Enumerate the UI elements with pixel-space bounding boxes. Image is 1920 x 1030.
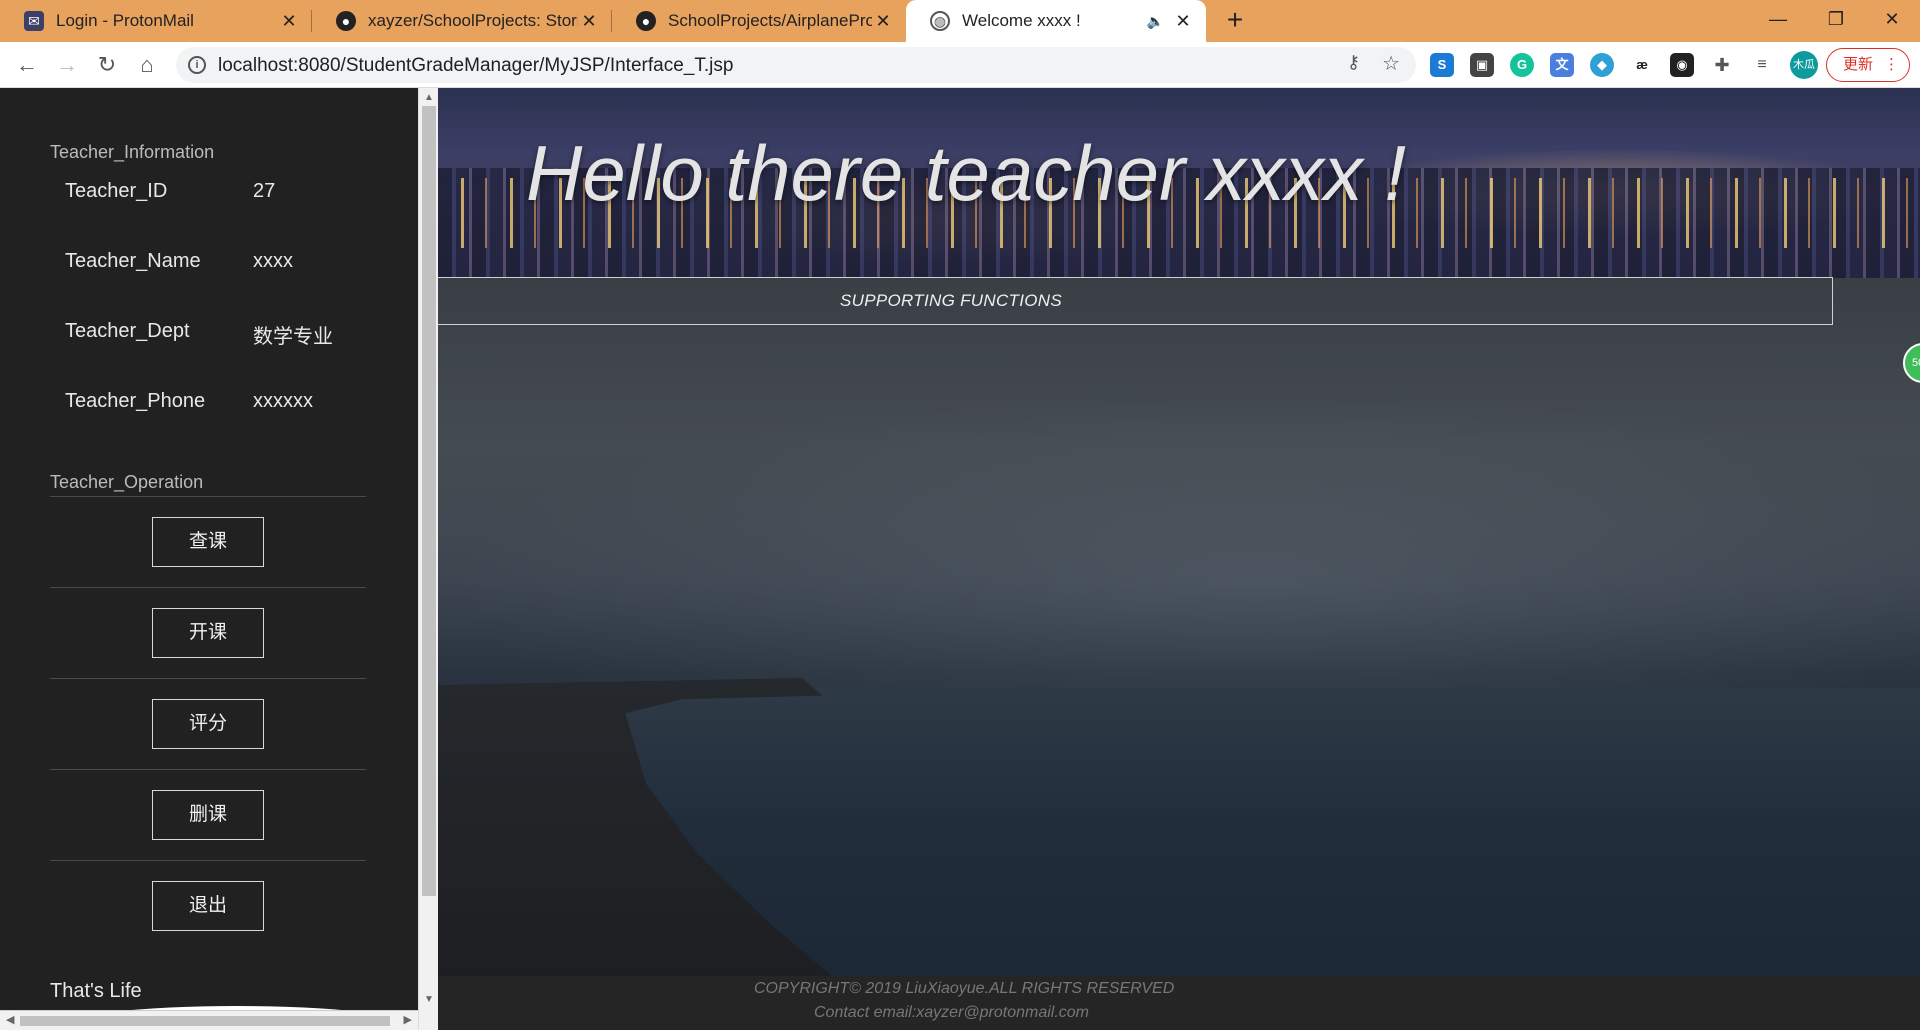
tab-github-airplane[interactable]: ● SchoolProjects/AirplaneProjec ✕ [612, 0, 906, 42]
divider [50, 496, 366, 497]
extension-shield-icon[interactable]: ◆ [1590, 53, 1614, 77]
tab-title: Login - ProtonMail [56, 11, 194, 30]
teacher-phone-value: xxxxxx [253, 390, 313, 412]
reading-list-icon[interactable]: ≡ [1750, 53, 1774, 77]
supporting-functions-label: SUPPORTING FUNCTIONS [840, 291, 1062, 310]
extension-incognito-icon[interactable]: ◉ [1670, 53, 1694, 77]
floating-badge[interactable]: 50 [1903, 343, 1920, 383]
scroll-down-icon[interactable]: ▼ [424, 994, 434, 1005]
extensions-puzzle-icon[interactable]: ✚ [1710, 53, 1734, 77]
address-bar[interactable]: i localhost:8080/StudentGradeManager/MyJ… [176, 47, 1416, 83]
teacher-name-value: xxxx [253, 250, 293, 272]
divider [50, 587, 366, 588]
teacher-name-label: Teacher_Name [65, 250, 201, 272]
logout-button[interactable]: 退出 [152, 881, 264, 931]
teacher-operation-title: Teacher_Operation [50, 472, 204, 492]
update-button[interactable]: 更新 ⋮ [1826, 48, 1910, 82]
contact-email-text: Contact email:xayzer@protonmail.com [814, 1004, 1090, 1021]
close-icon[interactable]: ✕ [278, 11, 300, 32]
grammarly-icon[interactable]: G [1510, 53, 1534, 77]
close-icon[interactable]: ✕ [872, 11, 894, 32]
scroll-right-icon[interactable]: ▶ [404, 1013, 412, 1026]
vertical-scrollbar[interactable]: ▲ ▼ [418, 88, 438, 1030]
extension-s-icon[interactable]: S [1430, 53, 1454, 77]
menu-dots-icon[interactable]: ⋮ [1884, 49, 1899, 81]
new-tab-button[interactable]: + [1220, 6, 1250, 36]
minimize-button[interactable]: — [1748, 0, 1808, 42]
github-icon: ● [636, 11, 656, 31]
horizontal-scrollbar[interactable]: ◀ ▶ [0, 1010, 418, 1030]
teacher-dept-label: Teacher_Dept [65, 320, 190, 342]
open-course-button[interactable]: 开课 [152, 608, 264, 658]
tab-protonmail[interactable]: ✉ Login - ProtonMail ✕ [0, 0, 312, 42]
scroll-left-icon[interactable]: ◀ [6, 1013, 14, 1026]
grade-button[interactable]: 评分 [152, 699, 264, 749]
header-banner: Hello there teacher xxxx ! [438, 88, 1920, 278]
scrollbar-thumb[interactable] [422, 106, 436, 896]
greeting-heading: Hello there teacher xxxx ! [526, 129, 1407, 217]
bookmark-star-icon[interactable]: ☆ [1382, 51, 1400, 76]
key-icon[interactable]: ⚷ [1347, 52, 1360, 73]
tab-title: Welcome xxxx ! [962, 11, 1081, 30]
reload-button[interactable]: ↻ [92, 50, 122, 80]
teacher-id-label: Teacher_ID [65, 180, 168, 202]
teacher-id-value: 27 [253, 180, 276, 202]
update-label: 更新 [1843, 56, 1874, 73]
github-icon: ● [336, 11, 356, 31]
scrollbar-thumb[interactable] [20, 1016, 390, 1026]
browser-tab-bar: ✉ Login - ProtonMail ✕ ● xayzer/SchoolPr… [0, 0, 1920, 42]
copyright-text: COPYRIGHT© 2019 LiuXiaoyue.ALL RIGHTS RE… [754, 980, 1175, 997]
tab-github-storing[interactable]: ● xayzer/SchoolProjects: Storing ✕ [312, 0, 612, 42]
extension-cube-icon[interactable]: ▣ [1470, 53, 1494, 77]
speaker-icon[interactable]: 🔈 [1147, 13, 1164, 30]
teacher-dept-value: 数学专业 [253, 326, 333, 348]
info-icon[interactable]: i [188, 56, 206, 74]
forward-button[interactable]: → [52, 50, 82, 80]
home-button[interactable]: ⌂ [132, 50, 162, 80]
translate-icon[interactable]: 文 [1550, 53, 1574, 77]
divider [50, 678, 366, 679]
delete-course-button[interactable]: 删课 [152, 790, 264, 840]
protonmail-icon: ✉ [24, 11, 44, 31]
tab-title: SchoolProjects/AirplaneProjec [668, 11, 872, 30]
divider [50, 769, 366, 770]
sidebar: Teacher_Information Teacher_ID 27 Teache… [0, 88, 418, 1030]
scroll-up-icon[interactable]: ▲ [424, 92, 434, 103]
browser-toolbar: ← → ↻ ⌂ i localhost:8080/StudentGradeMan… [0, 42, 1920, 88]
restore-button[interactable]: ❐ [1806, 0, 1866, 42]
thats-life-text: That's Life [50, 980, 142, 1002]
supporting-functions-bar[interactable]: SUPPORTING FUNCTIONS [438, 277, 1833, 325]
teacher-information-title: Teacher_Information [50, 142, 215, 162]
teacher-phone-label: Teacher_Phone [65, 390, 206, 412]
query-course-button[interactable]: 查课 [152, 517, 264, 567]
page-footer: COPYRIGHT© 2019 LiuXiaoyue.ALL RIGHTS RE… [438, 976, 1920, 1030]
close-window-button[interactable]: ✕ [1862, 0, 1920, 42]
profile-avatar[interactable]: 木瓜 [1790, 51, 1818, 79]
globe-icon: ◍ [930, 11, 950, 31]
background-mist [438, 388, 1920, 708]
back-button[interactable]: ← [12, 50, 42, 80]
extension-ae-icon[interactable]: æ [1630, 53, 1654, 77]
divider [50, 860, 366, 861]
close-icon[interactable]: ✕ [578, 11, 600, 32]
main-content: Hello there teacher xxxx ! SUPPORTING FU… [438, 88, 1920, 1030]
tab-welcome[interactable]: ◍ Welcome xxxx ! 🔈 ✕ [906, 0, 1206, 42]
url-text[interactable]: localhost:8080/StudentGradeManager/MyJSP… [218, 55, 733, 77]
tab-title: xayzer/SchoolProjects: Storing [368, 11, 578, 30]
close-icon[interactable]: ✕ [1172, 11, 1194, 32]
page-viewport: Teacher_Information Teacher_ID 27 Teache… [0, 88, 1920, 1030]
